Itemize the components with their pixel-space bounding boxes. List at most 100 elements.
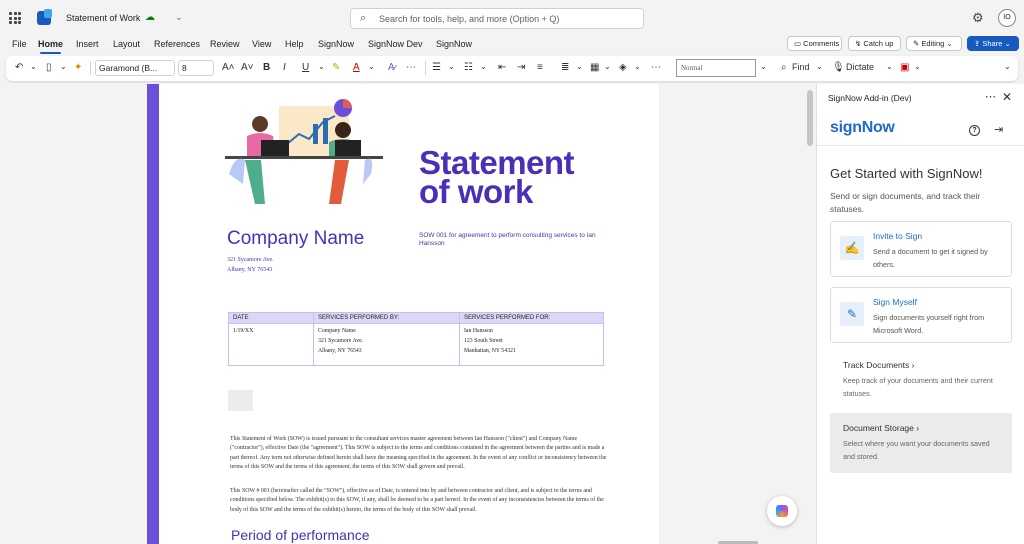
chevron-down-icon[interactable]: ⌄ xyxy=(634,62,641,71)
company-address: 321 Sycamore Ave. Albany, NY 76543 xyxy=(227,255,274,275)
paragraph: This Statement of Work (SOW) is issued p… xyxy=(230,436,607,470)
chevron-right-icon: › xyxy=(916,423,920,433)
font-size-select[interactable]: 8 xyxy=(178,60,214,76)
avatar[interactable]: IO xyxy=(998,9,1016,27)
document-page[interactable]: Statement of work Company Name 321 Sycam… xyxy=(147,84,659,544)
chevron-down-icon[interactable]: ⌄ xyxy=(318,62,325,71)
tab-signnow-dev[interactable]: SignNow Dev xyxy=(368,39,423,49)
chevron-down-icon[interactable]: ⌄ xyxy=(175,12,183,23)
highlight-icon[interactable]: ✎ xyxy=(332,62,340,73)
increase-font-icon[interactable]: A˄ xyxy=(222,62,235,73)
table-cell: Company Name 321 Sycamore Ave. Albany, N… xyxy=(313,323,460,366)
tab-review[interactable]: Review xyxy=(210,39,240,49)
tab-home[interactable]: Home xyxy=(38,39,63,54)
addin-subheading: Send or sign documents, and track their … xyxy=(830,191,981,214)
cell-line: Manhattan, NY 54321 xyxy=(464,348,516,354)
decrease-indent-icon[interactable]: ⇤ xyxy=(498,62,506,73)
services-table: DATE SERVICES PERFORMED BY: SERVICES PER… xyxy=(228,312,604,366)
microphone-icon[interactable]: 🎙 xyxy=(832,62,845,73)
search-icon: ⌕ xyxy=(360,12,367,24)
app-launcher-icon[interactable] xyxy=(9,12,21,24)
comments-button[interactable]: ▭ Comments xyxy=(787,36,842,51)
person-head xyxy=(252,116,268,132)
chevron-down-icon[interactable]: ⌄ xyxy=(576,62,583,71)
whiteboard-bar xyxy=(313,124,318,144)
more-options-icon[interactable]: ⋯ xyxy=(985,90,997,103)
share-button[interactable]: ⇪ Share ⌄ xyxy=(967,36,1019,51)
find-button[interactable]: Find xyxy=(792,62,810,72)
expand-ribbon-icon[interactable]: ⌄ xyxy=(1004,62,1011,71)
copilot-icon xyxy=(776,505,788,517)
laptop xyxy=(335,140,361,156)
sow-description: SOW 001 for agreement to perform consult… xyxy=(419,232,596,247)
borders-icon[interactable]: ▦ xyxy=(590,62,599,73)
tab-signnow[interactable]: SignNow xyxy=(318,39,354,49)
chevron-down-icon[interactable]: ⌄ xyxy=(480,62,487,71)
word-logo-icon xyxy=(37,9,52,25)
editor-icon[interactable]: ▣ xyxy=(900,62,909,73)
underline-icon[interactable]: U xyxy=(302,62,309,73)
bullets-icon[interactable]: ☰ xyxy=(432,62,441,73)
document-storage-link[interactable]: Document Storage › Select where you want… xyxy=(830,413,1012,473)
tab-references[interactable]: References xyxy=(154,39,200,49)
chevron-down-icon[interactable]: ⌄ xyxy=(604,62,611,71)
link-description: Select where you want your documents sav… xyxy=(843,439,990,461)
document-title-heading: Statement of work xyxy=(419,146,575,208)
pane-header: SignNow Add-in (Dev) ⋯ ✕ signNow ? ⇥ xyxy=(817,84,1024,146)
tab-insert[interactable]: Insert xyxy=(76,39,99,49)
sign-out-icon[interactable]: ⇥ xyxy=(994,123,1003,136)
close-icon[interactable]: ✕ xyxy=(1002,90,1012,104)
dictate-button[interactable]: Dictate xyxy=(846,62,874,72)
styles-gallery[interactable]: Normal xyxy=(676,59,756,77)
chevron-down-icon[interactable]: ⌄ xyxy=(816,62,823,71)
tab-view[interactable]: View xyxy=(252,39,271,49)
sign-myself-card[interactable]: ✎ Sign Myself Sign documents yourself ri… xyxy=(830,287,1012,343)
addin-pane: SignNow Add-in (Dev) ⋯ ✕ signNow ? ⇥ Get… xyxy=(816,84,1024,544)
tab-layout[interactable]: Layout xyxy=(113,39,140,49)
catch-up-button[interactable]: ↯ Catch up xyxy=(848,36,901,51)
table-header: SERVICES PERFORMED BY: xyxy=(313,312,460,324)
chevron-down-icon[interactable]: ⌄ xyxy=(914,62,921,71)
copilot-button[interactable] xyxy=(767,496,797,526)
chevron-down-icon[interactable]: ⌄ xyxy=(448,62,455,71)
chevron-down-icon[interactable]: ⌄ xyxy=(30,62,37,71)
align-icon[interactable]: ≡ xyxy=(537,62,543,73)
more-icon[interactable]: ⋯ xyxy=(651,62,661,73)
format-painter-icon[interactable]: ✦ xyxy=(74,62,82,73)
help-icon[interactable]: ? xyxy=(969,125,980,136)
card-title: Sign Myself xyxy=(873,297,917,307)
section-heading: Period of performance xyxy=(231,527,370,543)
shading-icon[interactable]: ◈ xyxy=(619,62,627,73)
chevron-down-icon[interactable]: ⌄ xyxy=(60,62,67,71)
more-icon[interactable]: ⋯ xyxy=(406,62,416,73)
search-box[interactable]: ⌕ Search for tools, help, and more (Opti… xyxy=(350,8,644,29)
bold-icon[interactable]: B xyxy=(263,62,270,73)
editing-button[interactable]: ✎ Editing ⌄ xyxy=(906,36,962,51)
clipboard-icon[interactable]: ▯ xyxy=(46,62,52,73)
italic-icon[interactable]: I xyxy=(283,62,286,73)
cell-line: Albany, NY 76543 xyxy=(318,348,362,354)
chevron-down-icon[interactable]: ⌄ xyxy=(886,62,893,71)
divider xyxy=(90,61,91,75)
numbering-icon[interactable]: ☷ xyxy=(464,62,473,73)
tab-file[interactable]: File xyxy=(12,39,27,49)
line-spacing-icon[interactable]: ≣ xyxy=(561,62,569,73)
tab-help[interactable]: Help xyxy=(285,39,304,49)
search-icon[interactable]: ⌕ xyxy=(781,62,787,73)
tab-signnow-2[interactable]: SignNow xyxy=(436,39,472,49)
document-title[interactable]: Statement of Work xyxy=(66,13,140,23)
track-documents-link[interactable]: Track Documents › Keep track of your doc… xyxy=(830,350,1012,410)
gear-icon[interactable]: ⚙ xyxy=(972,10,984,26)
font-color-icon[interactable]: A xyxy=(353,62,360,73)
chevron-down-icon[interactable]: ⌄ xyxy=(760,62,767,71)
card-description: Send a document to get it signed by othe… xyxy=(873,247,988,269)
font-name-select[interactable]: Garamond (B... xyxy=(95,60,175,76)
vertical-scrollbar[interactable] xyxy=(807,90,813,146)
increase-indent-icon[interactable]: ⇥ xyxy=(517,62,525,73)
link-title: Document Storage › xyxy=(843,423,919,433)
invite-to-sign-card[interactable]: ✍ Invite to Sign Send a document to get … xyxy=(830,221,1012,277)
clear-formatting-icon[interactable]: A̷ xyxy=(388,62,395,73)
decrease-font-icon[interactable]: A˅ xyxy=(241,62,254,73)
chevron-down-icon[interactable]: ⌄ xyxy=(368,62,375,71)
undo-icon[interactable]: ↶ xyxy=(15,62,23,73)
